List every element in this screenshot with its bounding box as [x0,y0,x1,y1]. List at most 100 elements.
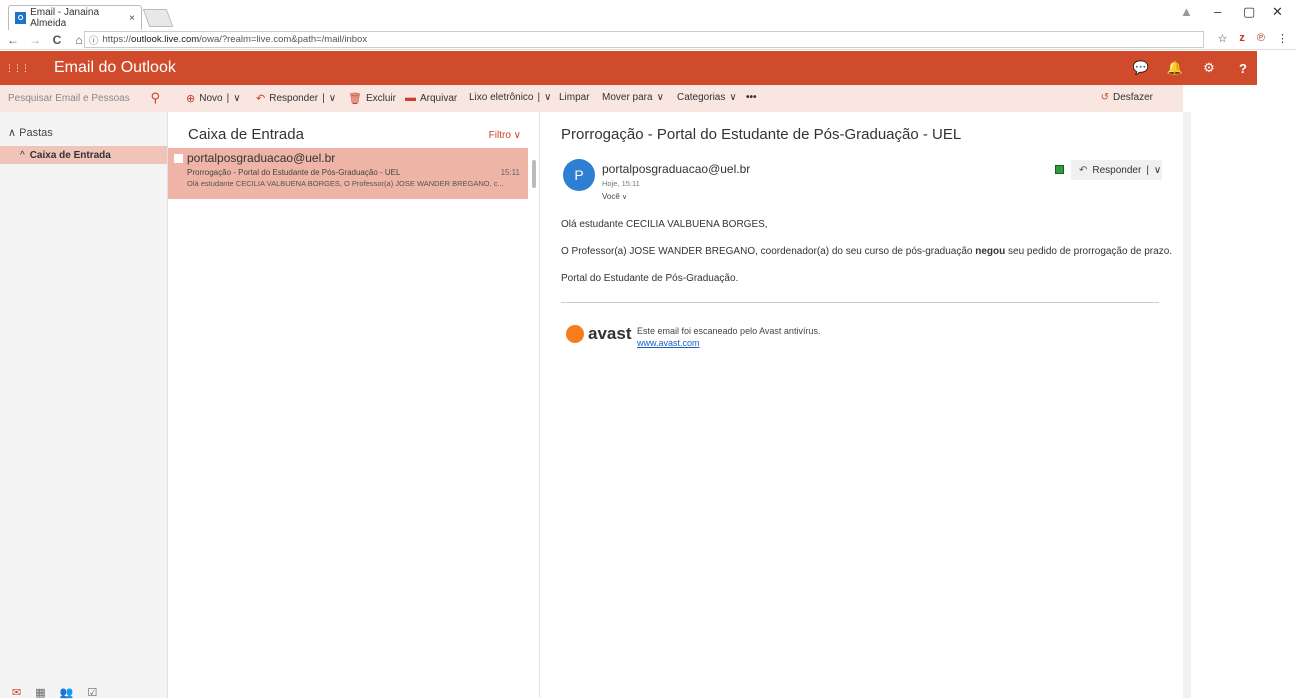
sweep-label: Limpar [559,92,590,103]
chevron-down-icon[interactable]: ∨ [1154,165,1161,176]
archive-label: Arquivar [420,92,458,104]
chevron-down-icon[interactable]: ∨ [233,93,240,104]
delete-button[interactable]: 🗑 Excluir [348,92,396,105]
chevron-down-icon[interactable]: ∨ [544,92,551,103]
email-signature: Portal do Estudante de Pós-Graduação. [561,273,739,284]
tab-title: Email - Janaina Almeida [30,7,99,29]
email-recipient[interactable]: Você ∨ [602,192,627,201]
undo-button[interactable]: ↺ Desfazer [1101,92,1153,103]
browser-tab[interactable]: O Email - Janaina Almeida × [8,5,142,30]
avast-link[interactable]: www.avast.com [637,338,700,348]
chevron-down-icon: ∨ [729,92,737,103]
folders-label: Pastas [19,127,53,139]
folders-header[interactable]: ∧ Pastas [8,126,53,139]
select-checkbox[interactable] [174,154,183,163]
move-label: Mover para [602,92,653,103]
reload-icon[interactable]: C [48,33,66,47]
site-info-icon[interactable]: ⓘ [89,33,99,47]
forward-icon[interactable]: → [26,33,44,47]
tasks-icon[interactable]: ☑ [87,686,97,699]
app-launcher-icon[interactable]: ⋮⋮⋮ [0,51,34,85]
minimize-icon[interactable]: – [1214,4,1221,19]
reply-icon: ↶ [1079,164,1088,176]
address-bar-row: ← → C ⌂ ⓘ https://outlook.live.com/owa/?… [0,30,1296,50]
filter-label: Filtro [488,130,511,141]
email-body: O Professor(a) JOSE WANDER BREGANO, coor… [561,246,1172,257]
reply-button[interactable]: ↶ Responder | ∨ [1071,160,1162,180]
trash-icon: 🗑 [348,93,362,105]
url-field[interactable]: ⓘ https://outlook.live.com/owa/?realm=li… [84,31,1204,48]
folder-label: Caixa de Entrada [29,149,111,161]
chevron-down-icon: ∨ [513,130,521,141]
undo-label: Desfazer [1112,92,1153,103]
avast-logo: avast [566,324,631,344]
people-icon[interactable]: 👥 [60,686,74,699]
reading-pane: Prorrogação - Portal do Estudante de Pós… [540,112,1183,698]
filter-button[interactable]: Filtro ∨ [489,130,521,141]
avast-wordmark: avast [588,324,632,343]
close-window-icon[interactable]: ✕ [1272,4,1283,20]
separator: | [226,93,230,104]
archive-icon: ▬ [405,92,416,104]
body-bold: negou [975,246,1006,257]
list-item[interactable]: portalposgraduacao@uel.br Prorrogação - … [168,148,528,199]
message-list: Caixa de Entrada Filtro ∨ portalposgradu… [168,112,540,698]
chevron-up-icon: ∧ [8,127,17,139]
bookmark-star-icon[interactable]: ☆ [1218,32,1228,45]
category-flag-icon[interactable] [1055,165,1064,174]
message-preview: Olá estudante CECILIA VALBUENA BORGES, O… [187,179,504,188]
chat-icon[interactable]: 💬 [1124,51,1158,85]
browser-menu-icon[interactable]: ⋮ [1277,32,1288,45]
search-icon[interactable]: ⚲ [150,90,160,106]
outlook-favicon-icon: O [15,12,27,24]
categories-label: Categorias [677,92,726,103]
tab-close-icon[interactable]: × [129,13,135,24]
list-scrollbar[interactable] [532,160,536,188]
profile-icon[interactable]: ▲ [1180,4,1193,19]
browser-tab-bar: O Email - Janaina Almeida × ▲ – ▢ ✕ [0,0,1296,30]
folder-item-inbox[interactable]: ^ Caixa de Entrada [0,146,167,164]
categories-button[interactable]: Categorias ∨ [677,92,737,103]
junk-button[interactable]: Lixo eletrônico | ∨ [469,92,551,103]
more-icon: ••• [746,92,757,103]
body-text: seu pedido de prorrogação de prazo. [1005,246,1173,257]
module-switcher: ✉ ▦ 👥 ☑ [12,686,97,699]
extension-z-icon[interactable]: z [1239,32,1245,45]
settings-gear-icon[interactable]: ⚙ [1192,51,1226,85]
restore-icon[interactable]: ▢ [1243,4,1255,20]
undo-icon: ↺ [1100,92,1109,103]
new-button[interactable]: ⊕ Novo | ∨ [186,92,241,105]
junk-label: Lixo eletrônico [469,92,534,103]
move-to-button[interactable]: Mover para ∨ [602,92,664,103]
chevron-up-icon: ^ [20,149,25,161]
avatar[interactable]: P [563,159,595,191]
reply-button[interactable]: ↶ Responder | ∨ [256,92,336,105]
avast-logo-icon [566,325,584,343]
url-path: /owa/?realm=live.com&path=/mail/inbox [199,34,368,45]
search-box[interactable]: Pesquisar Email e Pessoas ⚲ [0,85,168,112]
message-time: 15:11 [500,168,520,177]
chevron-down-icon[interactable]: ∨ [329,93,336,104]
reading-scrollbar[interactable] [1183,112,1191,698]
delete-label: Excluir [365,93,396,104]
back-icon[interactable]: ← [4,33,22,47]
email-date: Hoje, 15:11 [602,179,640,188]
archive-button[interactable]: ▬ Arquivar [405,92,457,104]
outlook-header: ⋮⋮⋮ Email do Outlook 💬 🔔 ⚙ ? [0,51,1257,85]
chevron-down-icon: ∨ [656,92,664,103]
pinterest-icon[interactable]: ℗ [1257,32,1265,45]
folder-pane: ∧ Pastas ^ Caixa de Entrada [0,112,168,698]
sweep-button[interactable]: Limpar [559,92,590,103]
separator: | [322,93,325,104]
help-icon[interactable]: ? [1226,51,1260,85]
notifications-bell-icon[interactable]: 🔔 [1158,51,1192,85]
mail-icon[interactable]: ✉ [12,686,21,699]
search-input[interactable]: Pesquisar Email e Pessoas [8,93,130,104]
calendar-icon[interactable]: ▦ [35,686,45,699]
new-tab-button[interactable] [142,9,174,27]
brand-title[interactable]: Email do Outlook [54,59,176,77]
email-sender[interactable]: portalposgraduacao@uel.br [602,162,750,176]
list-title: Caixa de Entrada [188,126,304,143]
more-actions-button[interactable]: ••• [746,92,757,103]
command-bar: Pesquisar Email e Pessoas ⚲ ⊕ Novo | ∨ ↶… [0,85,1183,112]
